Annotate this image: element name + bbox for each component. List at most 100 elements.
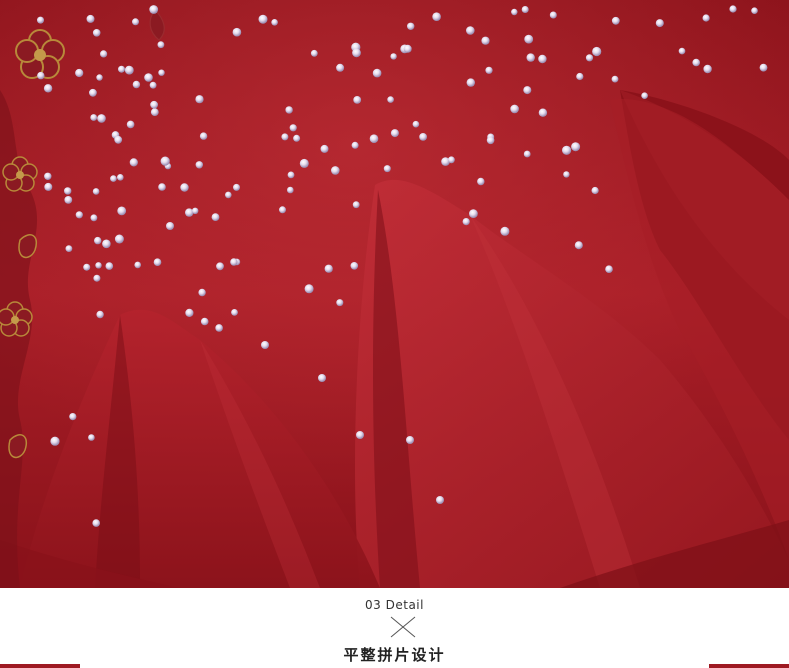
rhinestone [462,218,470,226]
rhinestone [271,19,278,26]
rhinestone [124,65,134,75]
rhinestone [390,129,399,138]
rhinestone [571,142,581,152]
rhinestone [96,310,104,319]
rhinestone [655,19,664,28]
rhinestone [526,53,535,62]
rhinestone [75,211,83,219]
rhinestone [69,413,77,421]
rhinestone [86,14,95,23]
rhinestone [93,274,101,282]
rhinestone [538,54,547,64]
rhinestone [304,284,314,294]
rhinestone [324,264,333,273]
rhinestone [611,75,619,83]
rhinestone [692,58,700,67]
rhinestone [485,66,493,74]
rhinestone [166,222,174,230]
rhinestone [144,73,153,82]
rhinestone [369,134,379,143]
rhinestone [199,132,208,140]
rhinestone [331,166,340,175]
rhinestone [678,47,686,55]
rhinestone [432,12,441,21]
rhinestone [65,245,73,253]
rhinestone [524,34,534,44]
rhinestone [356,431,364,439]
rhinestone [549,11,557,19]
rhinestone [192,207,199,214]
rhinestone [118,65,125,73]
rhinestone [387,96,394,103]
rhinestone [759,63,768,72]
rhinestone [285,106,293,114]
rhinestone [703,64,712,74]
rhinestone [289,124,297,132]
rhinestone [153,258,162,267]
rhinestone [521,6,529,13]
rhinestone [412,120,420,128]
product-detail-panel: 03 Detail 平整拼片设计 [0,0,789,668]
rhinestone [232,27,242,37]
rhinestone [132,80,141,89]
rhinestone [88,434,95,441]
rhinestone [641,92,648,99]
rhinestone [150,108,159,116]
rhinestone [320,144,329,153]
rhinestone [233,183,240,191]
rhinestone [185,308,194,317]
rhinestone [231,309,238,316]
caption-area: 03 Detail 平整拼片设计 [0,588,789,668]
rhinestone [105,262,114,270]
rhinestone [158,183,166,191]
rhinestone [486,136,495,145]
detail-label: 03 Detail [365,598,424,612]
rhinestone [585,54,594,62]
dress-detail-photo [0,0,789,588]
rhinestone [185,208,194,217]
rhinestone [729,5,737,13]
rhinestone [198,288,206,297]
rhinestone [336,63,345,72]
rhinestone [310,49,318,57]
rhinestone [110,175,117,182]
rhinestone [63,187,72,195]
rhinestone [611,16,620,25]
rhinestone [436,496,444,504]
rhinestone [117,206,127,216]
rhinestone [102,239,111,249]
rhinestone [407,22,415,30]
rhinestone [510,104,519,114]
rhinestone [50,436,60,446]
rhinestone [258,14,268,24]
rhinestone [96,74,103,81]
rhinestone [477,177,485,186]
rhinestone [591,186,599,195]
fabric-illustration [0,0,789,588]
rhinestone [158,69,165,76]
rhinestone [230,258,238,266]
rhinestone [481,36,490,45]
rhinestone [200,317,209,326]
rhinestone [353,96,362,104]
rhinestone [372,68,382,78]
rhinestone [576,72,584,81]
rhinestone [261,341,269,349]
rhinestone [538,108,548,117]
rhinestone [563,171,570,178]
rhinestone [336,299,344,307]
rhinestone [92,519,100,527]
rhinestone [97,114,106,123]
rhinestone [195,95,204,104]
rhinestone [94,236,102,245]
rhinestone [64,196,73,204]
bottom-color-strip [0,664,789,668]
rhinestone [92,188,100,195]
rhinestone [523,150,531,158]
rhinestone [406,436,414,444]
rhinestone [574,241,583,250]
rhinestone [149,5,159,14]
rhinestone [293,134,301,142]
rhinestone [126,120,135,129]
rhinestone [92,29,101,37]
